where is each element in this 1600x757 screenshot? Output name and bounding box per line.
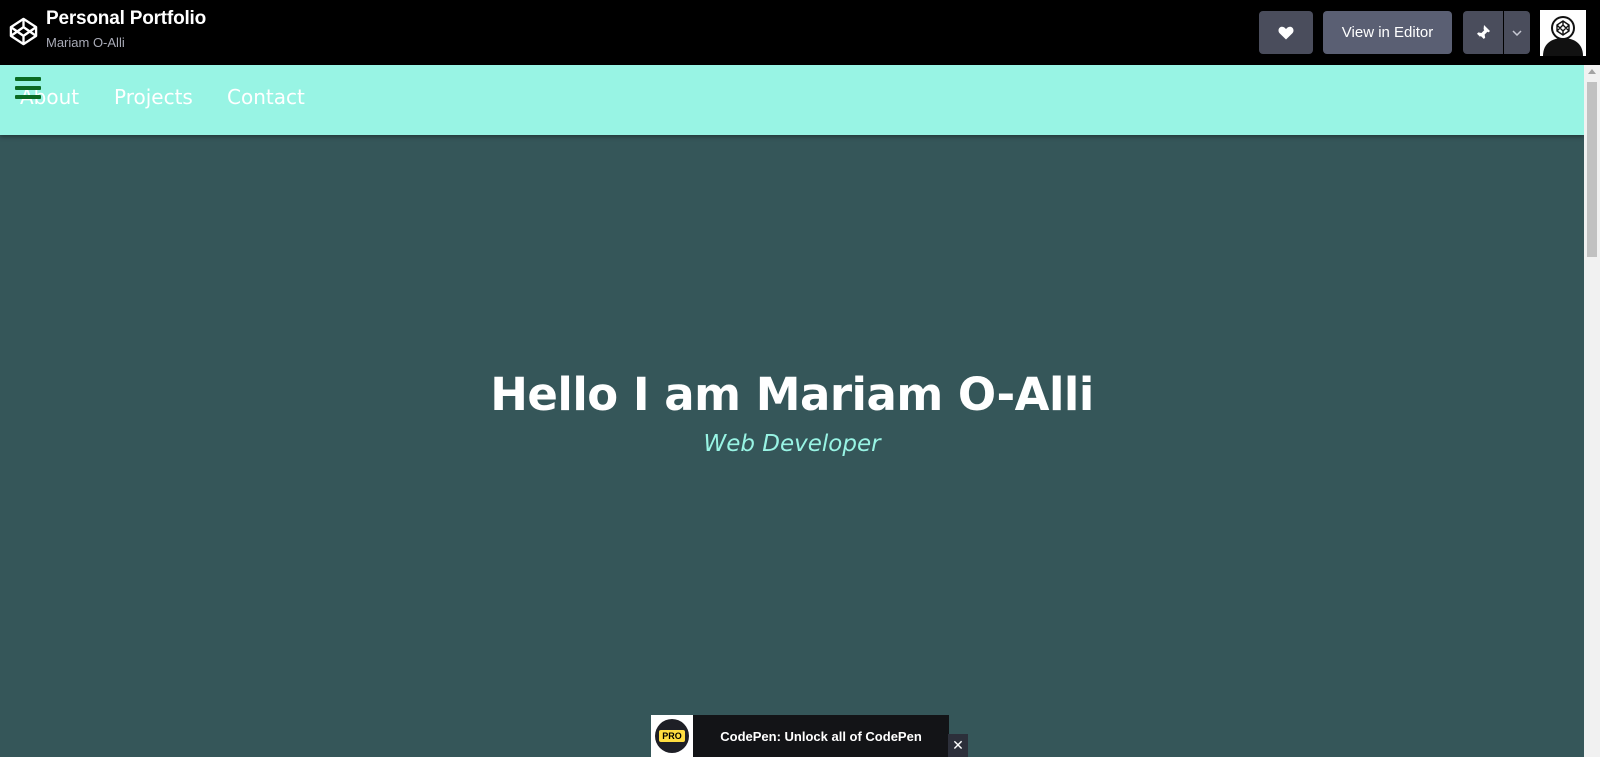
codepen-header: Personal Portfolio Mariam O-Alli View in… [0,0,1600,65]
codepen-logo-icon[interactable] [8,16,39,47]
pro-label: PRO [659,730,685,742]
scrollbar-thumb[interactable] [1587,82,1597,257]
pen-title: Personal Portfolio [46,8,207,29]
pen-author-link[interactable]: Mariam O-Alli [46,35,125,50]
nav-link-projects[interactable]: Projects [114,85,193,109]
like-button[interactable] [1259,11,1313,54]
user-avatar[interactable] [1540,10,1586,56]
hero-subtitle: Web Developer [703,431,881,457]
pin-button[interactable] [1463,11,1503,54]
pro-badge: PRO [651,715,693,757]
close-icon[interactable]: ✕ [948,734,968,757]
pin-icon [1476,24,1490,41]
chevron-down-icon [1512,29,1522,36]
portfolio-navbar: About Projects Contact [0,65,1584,135]
pro-upgrade-toast[interactable]: PRO CodePen: Unlock all of CodePen [651,715,949,757]
hero-title: Hello I am Mariam O-Alli [490,368,1094,421]
scroll-up-arrow-icon[interactable] [1588,69,1596,74]
preview-scrollbar[interactable] [1584,65,1600,757]
view-in-editor-button[interactable]: View in Editor [1323,11,1452,54]
pin-dropdown-button[interactable] [1504,11,1530,54]
toast-message[interactable]: CodePen: Unlock all of CodePen [693,729,949,744]
nav-link-contact[interactable]: Contact [227,85,305,109]
hamburger-menu-icon[interactable] [15,77,41,99]
heart-icon [1278,26,1294,39]
pen-preview: About Projects Contact Hello I am Mariam… [0,65,1584,757]
